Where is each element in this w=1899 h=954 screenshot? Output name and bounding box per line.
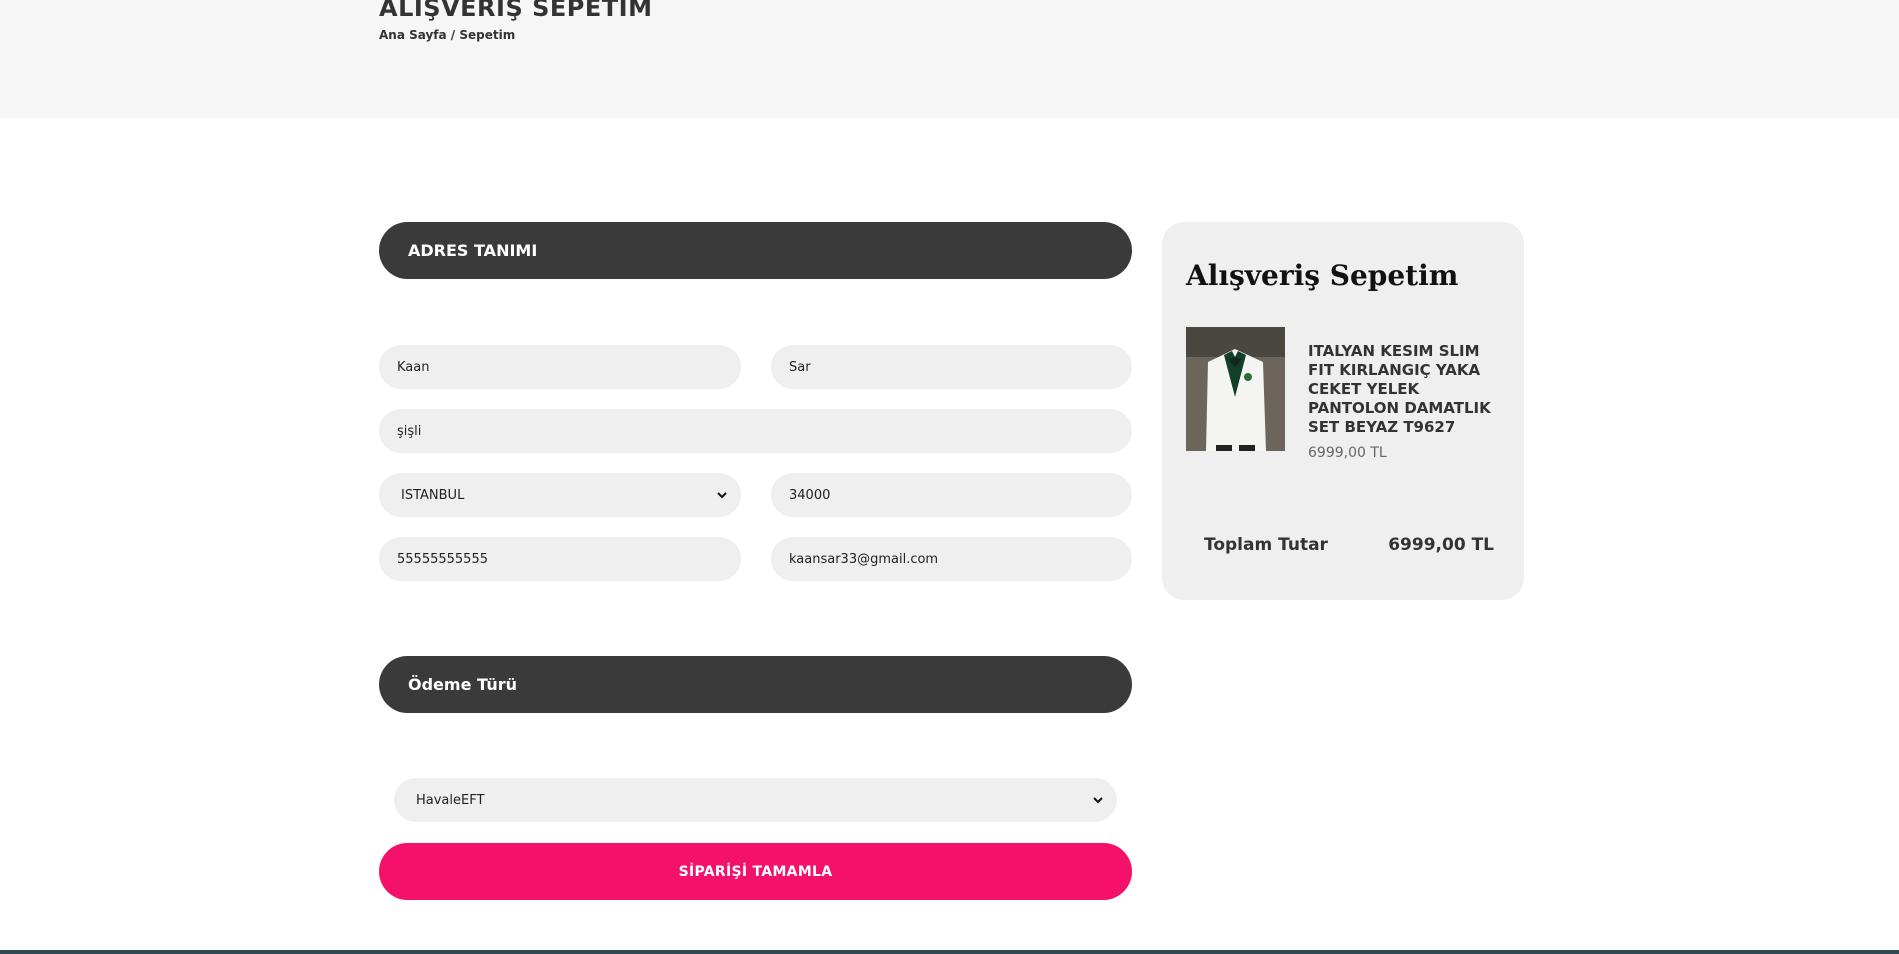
breadcrumb-home-link[interactable]: Ana Sayfa: [379, 28, 447, 42]
product-image[interactable]: [1186, 327, 1285, 451]
email-input[interactable]: kaansar33@gmail.com: [771, 537, 1132, 581]
payment-section-header: Ödeme Türü: [379, 656, 1132, 713]
footer-edge: [0, 950, 1899, 954]
complete-order-button[interactable]: SİPARİŞİ TAMAMLA: [379, 843, 1132, 900]
address-section-header: ADRES TANIMI: [379, 222, 1132, 279]
payment-method-value: HavaleEFT: [416, 792, 485, 808]
breadcrumb-current: Sepetim: [459, 28, 516, 42]
cart-summary: Alışveriş Sepetim ITALYAN KESIM SLIM FIT…: [1162, 222, 1524, 600]
last-name-input[interactable]: Sar: [771, 345, 1132, 389]
breadcrumb-separator: /: [446, 28, 460, 42]
product-photo: [1186, 327, 1285, 451]
address-input[interactable]: şişli: [379, 409, 1132, 453]
first-name-input[interactable]: Kaan: [379, 345, 741, 389]
chevron-down-icon: [717, 492, 727, 499]
payment-method-select[interactable]: HavaleEFT: [394, 778, 1117, 822]
zip-code-input[interactable]: 34000: [771, 473, 1132, 517]
city-select[interactable]: ISTANBUL: [379, 473, 741, 517]
total-value: 6999,00 TL: [1388, 535, 1494, 555]
city-select-value: ISTANBUL: [401, 487, 465, 503]
page-header: ALIŞVERİŞ SEPETİM Ana Sayfa / Sepetim: [0, 0, 1899, 118]
product-name[interactable]: ITALYAN KESIM SLIM FIT KIRLANGIÇ YAKA CE…: [1308, 342, 1508, 437]
total-label: Toplam Tutar: [1204, 535, 1328, 555]
phone-input[interactable]: 55555555555: [379, 537, 741, 581]
product-price: 6999,00 TL: [1308, 445, 1387, 461]
chevron-down-icon: [1093, 797, 1103, 804]
breadcrumb: Ana Sayfa / Sepetim: [379, 28, 515, 42]
page-title: ALIŞVERİŞ SEPETİM: [379, 0, 653, 22]
cart-title: Alışveriş Sepetim: [1186, 259, 1459, 292]
